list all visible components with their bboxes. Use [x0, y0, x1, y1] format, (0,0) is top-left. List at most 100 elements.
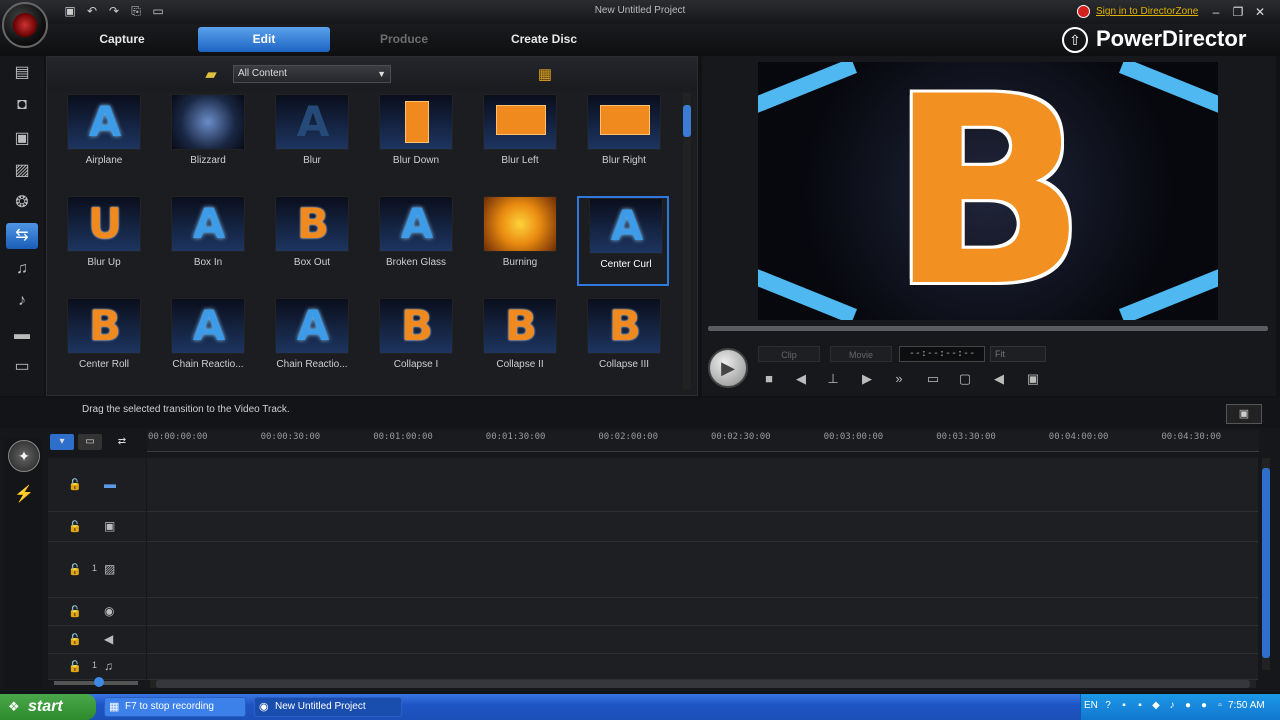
track-header[interactable]: 🔓 ▣	[48, 512, 146, 542]
volume-tray-icon[interactable]: ♪	[1166, 700, 1178, 712]
printer-icon[interactable]: ▫	[1214, 700, 1226, 712]
grid-view-icon[interactable]: ▦	[533, 65, 557, 85]
minimize-button[interactable]: –	[1208, 5, 1224, 19]
network-icon[interactable]: ▪	[1134, 700, 1146, 712]
timeline-track[interactable]	[147, 598, 1258, 626]
redo-icon[interactable]: ↷	[106, 4, 122, 18]
transition-item[interactable]: A Center Curl	[577, 196, 669, 286]
timeline-track[interactable]	[147, 654, 1258, 680]
zoom-fit-select[interactable]: Fit	[990, 346, 1046, 362]
timeline-track[interactable]	[147, 626, 1258, 654]
lock-icon[interactable]: 🔓	[68, 605, 82, 618]
lock-icon[interactable]: 🔓	[68, 563, 82, 576]
security-icon[interactable]: ◆	[1150, 700, 1162, 712]
transition-item[interactable]: A Airplane	[57, 94, 149, 184]
storyboard-toggle-icon[interactable]: ▣	[1226, 404, 1262, 424]
track-header[interactable]: 🔓 1 ♫	[48, 654, 146, 680]
app-logo-icon[interactable]	[2, 2, 48, 48]
track-header[interactable]: 🔓 ▬	[48, 458, 146, 512]
zoom-slider-knob[interactable]	[94, 677, 104, 687]
movie-mode-button[interactable]: Movie	[830, 346, 892, 362]
transition-item[interactable]: A Chain Reactio...	[265, 298, 357, 388]
taskbar-item-project[interactable]: ◉ New Untitled Project	[254, 697, 402, 717]
transition-item[interactable]: Blur Down	[369, 94, 461, 184]
transition-item[interactable]: Blur Right	[577, 94, 669, 184]
taskbar-item-recorder[interactable]: ▦ F7 to stop recording	[104, 697, 246, 717]
upgrade-icon[interactable]: ⇧	[1062, 27, 1088, 53]
timeline-view-button[interactable]: ▾	[50, 434, 74, 450]
transition-item[interactable]: Blur Left	[473, 94, 565, 184]
transition-item[interactable]: A Blur	[265, 94, 357, 184]
library-scrollbar[interactable]	[683, 93, 691, 389]
transition-item[interactable]: B Collapse II	[473, 298, 565, 388]
magic-movie-icon[interactable]: ✦	[8, 440, 40, 472]
next-frame-icon[interactable]: ▶	[856, 370, 878, 388]
fast-forward-icon[interactable]: »	[888, 370, 910, 388]
transition-item[interactable]: Burning	[473, 196, 565, 286]
copy-icon[interactable]: ⎘	[128, 4, 144, 18]
tab-edit[interactable]: Edit	[198, 27, 330, 52]
capture-frame-icon[interactable]: ▭	[922, 370, 944, 388]
track-header[interactable]: 🔓 ◉	[48, 598, 146, 626]
save-icon[interactable]: ▣	[62, 4, 78, 18]
track-header[interactable]: 🔓 1 ▨	[48, 542, 146, 598]
external-display-icon[interactable]: ▢	[954, 370, 976, 388]
timeline-horizontal-scrollbar[interactable]	[150, 680, 1256, 688]
storyboard-view-button[interactable]: ▭	[78, 434, 102, 450]
timeline-track[interactable]	[147, 542, 1258, 598]
language-indicator[interactable]: EN	[1084, 700, 1098, 711]
transition-item[interactable]: B Collapse III	[577, 298, 669, 388]
lock-icon[interactable]: 🔓	[68, 520, 82, 533]
tab-create-disc[interactable]: Create Disc	[478, 27, 610, 52]
snapshot-icon[interactable]: ⊥	[822, 370, 844, 388]
play-button[interactable]: ▶	[708, 348, 748, 388]
lock-icon[interactable]: 🔓	[68, 478, 82, 491]
effect-room-icon[interactable]: ◘	[6, 92, 38, 118]
directorzone-icon[interactable]	[1077, 5, 1090, 18]
transition-room-icon[interactable]: ⇆	[6, 223, 38, 249]
audio-mixing-room-icon[interactable]: ♫	[6, 256, 38, 282]
open-folder-icon[interactable]: ▭	[150, 4, 166, 18]
particle-room-icon[interactable]: ▨	[6, 158, 38, 184]
tab-produce[interactable]: Produce	[338, 27, 470, 52]
timecode-display[interactable]: --:--:--:--	[899, 346, 985, 362]
chapter-room-icon[interactable]: ▬	[6, 322, 38, 348]
transition-item[interactable]: Blizzard	[161, 94, 253, 184]
antivirus-icon[interactable]: ●	[1198, 700, 1210, 712]
clip-mode-button[interactable]: Clip	[758, 346, 820, 362]
track-manager-icon[interactable]: ⇄	[110, 434, 134, 450]
lock-icon[interactable]: 🔓	[68, 660, 82, 673]
subtitle-room-icon[interactable]: ▭	[6, 354, 38, 380]
content-filter-select[interactable]: All Content ▼	[233, 65, 391, 83]
undo-icon[interactable]: ↶	[84, 4, 100, 18]
magic-style-icon[interactable]: ⚡	[12, 484, 36, 508]
transition-item[interactable]: B Collapse I	[369, 298, 461, 388]
timeline-vertical-scrollbar[interactable]	[1262, 458, 1270, 670]
timeline-track[interactable]	[147, 512, 1258, 542]
transition-item[interactable]: A Chain Reactio...	[161, 298, 253, 388]
transition-item[interactable]: A Broken Glass	[369, 196, 461, 286]
transition-item[interactable]: A Box In	[161, 196, 253, 286]
update-icon[interactable]: ●	[1182, 700, 1194, 712]
signin-link[interactable]: Sign in to DirectorZone	[1096, 6, 1198, 17]
preview-seek-bar[interactable]	[708, 326, 1268, 331]
transition-item[interactable]: B Box Out	[265, 196, 357, 286]
volume-icon[interactable]: ◀	[988, 370, 1010, 388]
tab-capture[interactable]: Capture	[56, 27, 188, 52]
voice-over-room-icon[interactable]: ♪	[6, 288, 38, 314]
timeline-track[interactable]	[147, 458, 1258, 512]
undock-icon[interactable]: ▣	[1022, 370, 1044, 388]
pip-room-icon[interactable]: ▣	[6, 126, 38, 152]
network-icon[interactable]: ▪	[1118, 700, 1130, 712]
restore-button[interactable]: ❐	[1230, 5, 1246, 19]
help-icon[interactable]: ?	[1102, 700, 1114, 712]
close-button[interactable]: ✕	[1252, 5, 1268, 19]
transition-item[interactable]: U Blur Up	[57, 196, 149, 286]
transition-item[interactable]: B Center Roll	[57, 298, 149, 388]
folder-icon[interactable]: ▰	[199, 65, 223, 83]
stop-icon[interactable]: ■	[758, 370, 780, 388]
title-room-icon[interactable]: ❂	[6, 190, 38, 216]
track-header[interactable]: 🔓 ◀	[48, 626, 146, 654]
media-room-icon[interactable]: ▤	[6, 60, 38, 86]
previous-frame-icon[interactable]: ◀	[790, 370, 812, 388]
